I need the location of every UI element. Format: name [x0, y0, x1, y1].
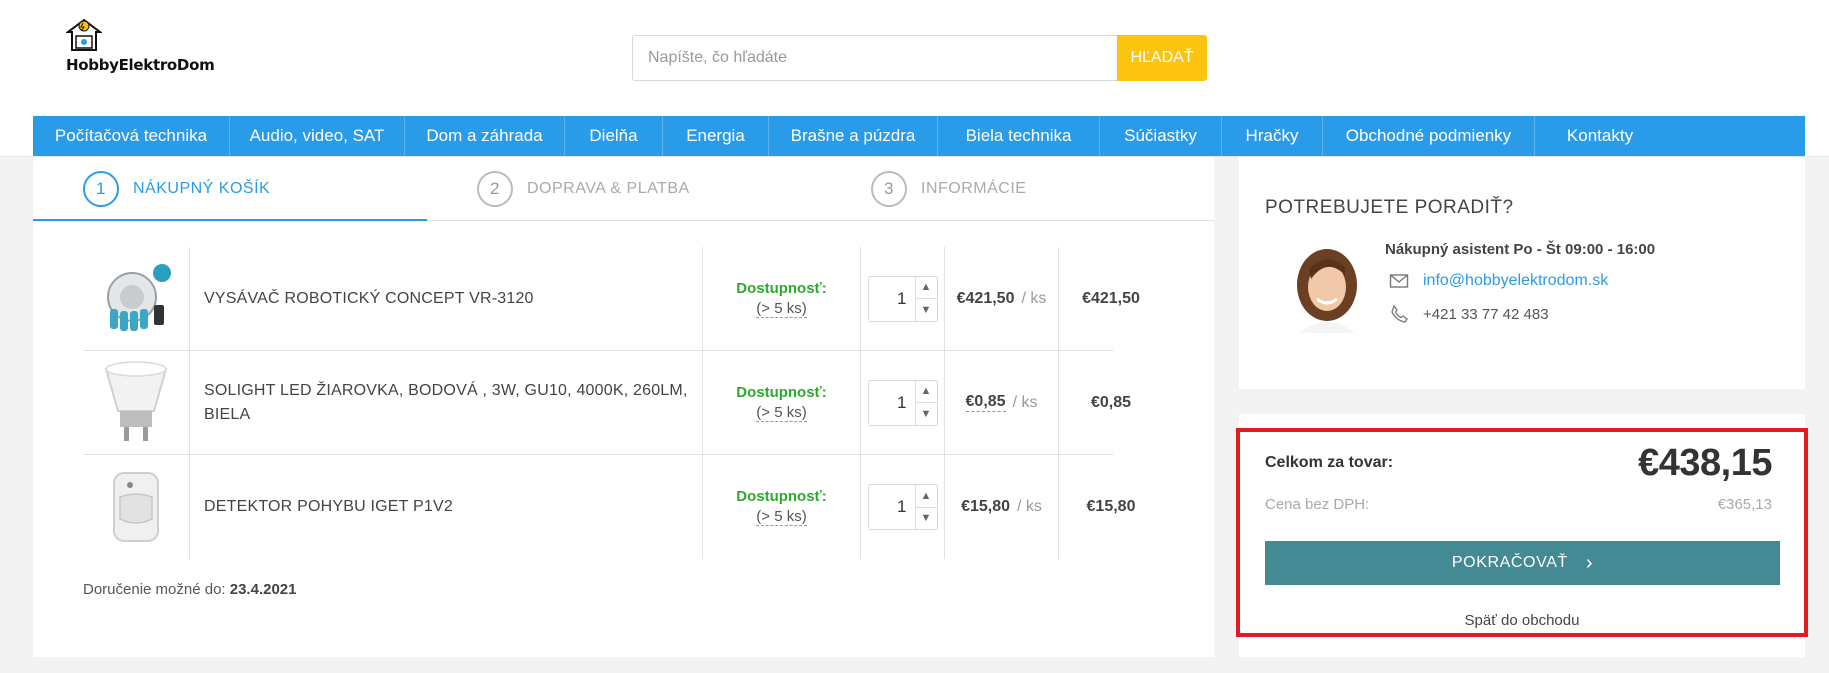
- nav-item-workshop[interactable]: Dielňa: [565, 116, 663, 156]
- step-label: NÁKUPNÝ KOŠÍK: [133, 180, 271, 197]
- step-number: 3: [871, 171, 907, 207]
- product-image[interactable]: [83, 455, 190, 559]
- assistant-hours: Nákupný asistent Po - Št 09:00 - 16:00: [1385, 241, 1656, 258]
- active-step-indicator: [33, 219, 427, 221]
- unit-price-value: €15,80: [961, 498, 1011, 515]
- product-name[interactable]: VYSÁVAČ ROBOTICKÝ CONCEPT VR-3120: [190, 247, 703, 350]
- product-image[interactable]: [83, 351, 190, 454]
- delivery-date: 23.4.2021: [229, 581, 297, 598]
- availability: Dostupnosť: (> 5 ks): [703, 455, 861, 559]
- product-image[interactable]: [83, 247, 190, 350]
- nav-item-energy[interactable]: Energia: [663, 116, 769, 156]
- main-nav: Počítačová technika Audio, video, SAT Do…: [33, 116, 1805, 156]
- chevron-down-icon[interactable]: ▼: [914, 403, 937, 425]
- unit-price: €0,85 / ks: [945, 351, 1059, 454]
- quantity-stepper: ▲ ▼: [867, 275, 938, 322]
- delivery-info: Doručenie možné do: 23.4.2021: [83, 581, 296, 598]
- nav-item-toys[interactable]: Hračky: [1222, 116, 1323, 156]
- step-shipping-payment[interactable]: 2 DOPRAVA & PLATBA: [477, 171, 690, 207]
- phone-contact[interactable]: +421 33 77 42 483: [1389, 304, 1549, 324]
- availability-value: (> 5 ks): [756, 299, 807, 318]
- site-header: HobbyElektroDom HĽADAŤ Počítačová techni…: [0, 0, 1829, 157]
- help-title: POTREBUJETE PORADIŤ?: [1265, 197, 1514, 218]
- cart-panel: 1 NÁKUPNÝ KOŠÍK 2 DOPRAVA & PLATBA 3 INF…: [33, 157, 1214, 657]
- line-total: €0,85: [1090, 393, 1132, 411]
- house-logo-icon: [66, 18, 102, 51]
- line-total: €15,80: [1086, 498, 1136, 515]
- per-unit-label: / ks: [1017, 498, 1042, 515]
- email-contact[interactable]: info@hobbyelektrodom.sk: [1389, 271, 1608, 291]
- logo-text: HobbyElektroDom: [66, 56, 215, 74]
- quantity-stepper: ▲ ▼: [867, 379, 938, 426]
- help-panel: POTREBUJETE PORADIŤ? Nákupný asistent Po…: [1239, 157, 1805, 389]
- motion-detector-icon: [113, 472, 159, 542]
- checkout-steps: 1 NÁKUPNÝ KOŠÍK 2 DOPRAVA & PLATBA 3 INF…: [33, 157, 1214, 221]
- unit-price: €421,50 / ks: [945, 247, 1059, 350]
- step-cart[interactable]: 1 NÁKUPNÝ KOŠÍK: [83, 171, 270, 207]
- chevron-up-icon[interactable]: ▲: [914, 380, 937, 403]
- availability-value: (> 5 ks): [756, 508, 807, 526]
- quantity-cell: ▲ ▼: [861, 247, 945, 350]
- unit-price-value: €0,85: [965, 393, 1006, 412]
- nav-item-home-garden[interactable]: Dom a záhrada: [405, 116, 565, 156]
- quantity-input[interactable]: [868, 485, 915, 529]
- nav-item-contacts[interactable]: Kontakty: [1535, 116, 1665, 156]
- nav-item-audio-video[interactable]: Audio, video, SAT: [230, 116, 405, 156]
- quantity-stepper: ▲ ▼: [867, 484, 938, 530]
- availability: Dostupnosť: (> 5 ks): [703, 247, 861, 350]
- search-input[interactable]: [632, 35, 1117, 81]
- step-number: 2: [477, 171, 513, 207]
- cart-items: VYSÁVAČ ROBOTICKÝ CONCEPT VR-3120 Dostup…: [83, 247, 1140, 559]
- product-name[interactable]: DETEKTOR POHYBU IGET P1V2: [190, 455, 703, 559]
- quantity-cell: ▲ ▼: [861, 455, 945, 559]
- cart-row: DETEKTOR POHYBU IGET P1V2 Dostupnosť: (>…: [83, 455, 1135, 559]
- nav-item-appliances[interactable]: Biela technika: [938, 116, 1100, 156]
- nav-item-bags[interactable]: Brašne a púzdra: [769, 116, 938, 156]
- step-information[interactable]: 3 INFORMÁCIE: [871, 171, 1026, 207]
- cart-row: VYSÁVAČ ROBOTICKÝ CONCEPT VR-3120 Dostup…: [83, 247, 1140, 351]
- phone-icon: [1391, 304, 1408, 323]
- availability-label: Dostupnosť:: [736, 488, 827, 505]
- quantity-cell: ▲ ▼: [861, 351, 945, 454]
- availability-value: (> 5 ks): [756, 403, 807, 422]
- nav-item-components[interactable]: Súčiastky: [1100, 116, 1222, 156]
- delivery-label: Doručenie možné do:: [83, 581, 230, 598]
- robot-vacuum-icon: [107, 263, 171, 331]
- search-button[interactable]: HĽADAŤ: [1117, 35, 1207, 81]
- unit-price-value: €421,50: [956, 289, 1015, 307]
- search-bar: HĽADAŤ: [632, 35, 1207, 81]
- line-total: €421,50: [1082, 289, 1140, 307]
- phone-number[interactable]: +421 33 77 42 483: [1423, 306, 1549, 323]
- highlight-frame: [1236, 428, 1808, 637]
- availability: Dostupnosť: (> 5 ks): [703, 351, 861, 454]
- led-bulb-icon: [104, 360, 168, 441]
- chevron-up-icon[interactable]: ▲: [914, 276, 937, 299]
- unit-price: €15,80 / ks: [945, 455, 1059, 559]
- quantity-input[interactable]: [868, 380, 915, 425]
- product-name[interactable]: SOLIGHT LED ŽIAROVKA, BODOVÁ , 3W, GU10,…: [190, 351, 703, 454]
- envelope-icon: [1389, 274, 1409, 288]
- availability-label: Dostupnosť:: [736, 383, 827, 401]
- assistant-avatar: [1297, 249, 1357, 333]
- availability-label: Dostupnosť:: [736, 279, 827, 297]
- step-label: DOPRAVA & PLATBA: [527, 180, 690, 197]
- nav-item-computers[interactable]: Počítačová technika: [33, 116, 230, 156]
- per-unit-label: / ks: [1012, 393, 1038, 411]
- logo[interactable]: HobbyElektroDom: [64, 18, 234, 78]
- step-number: 1: [83, 171, 119, 207]
- step-label: INFORMÁCIE: [921, 180, 1027, 197]
- quantity-input[interactable]: [868, 276, 915, 321]
- cart-row: SOLIGHT LED ŽIAROVKA, BODOVÁ , 3W, GU10,…: [83, 351, 1131, 455]
- chevron-down-icon[interactable]: ▼: [914, 299, 937, 321]
- nav-item-terms[interactable]: Obchodné podmienky: [1323, 116, 1535, 156]
- per-unit-label: / ks: [1021, 289, 1047, 307]
- chevron-down-icon[interactable]: ▼: [914, 507, 937, 529]
- email-link[interactable]: info@hobbyelektrodom.sk: [1423, 272, 1608, 290]
- chevron-up-icon[interactable]: ▲: [914, 485, 937, 508]
